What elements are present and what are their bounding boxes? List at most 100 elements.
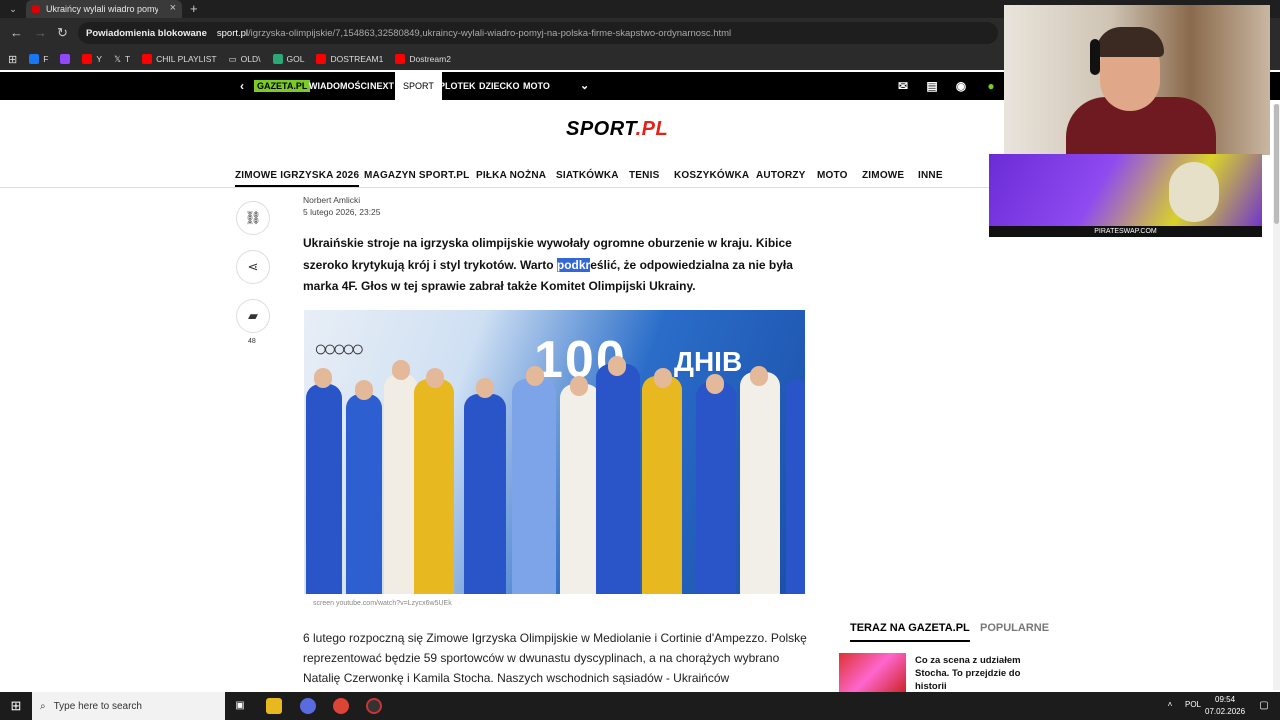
nav-dziecko[interactable]: DZIECKO <box>479 72 520 100</box>
nav-sport[interactable]: SPORT <box>395 72 442 100</box>
tab-teraz[interactable]: TERAZ NA GAZETA.PL <box>850 622 970 642</box>
windows-start-icon[interactable]: ⊞ <box>8 698 24 714</box>
olympic-rings-icon: ○○○○○ <box>314 336 364 361</box>
mail-icon[interactable]: ✉ <box>896 79 910 93</box>
person-head <box>654 368 672 388</box>
nav-moto[interactable]: MOTO <box>523 72 550 100</box>
reload-icon[interactable]: ↻ <box>57 25 68 41</box>
task-view-icon[interactable]: ▣ <box>232 698 248 714</box>
back-chevron-icon[interactable]: ‹ <box>240 72 244 100</box>
bookmark-item[interactable]: F <box>29 54 48 64</box>
clock-date: 07.02.2026 <box>1205 707 1246 716</box>
bookmark-item[interactable]: DOSTREAM1 <box>316 54 383 64</box>
person-figure <box>306 384 342 594</box>
notifications-blocked-label[interactable]: Powiadomienia blokowane <box>86 28 207 39</box>
leaf-icon[interactable]: ● <box>984 79 998 93</box>
new-tab-icon[interactable]: + <box>190 0 198 18</box>
cat-tenis[interactable]: TENIS <box>629 170 659 181</box>
bookmark-item[interactable]: Y <box>82 54 102 64</box>
apps-grid-icon[interactable]: ⊞ <box>8 53 17 66</box>
clock-time: 09:54 <box>1215 695 1236 704</box>
person-head <box>314 368 332 388</box>
bookmark-item[interactable]: 𝕏T <box>114 54 130 65</box>
youtube-icon <box>316 54 327 64</box>
url-domain: sport.pl <box>216 27 249 39</box>
cat-autorzy[interactable]: AUTORZY <box>756 170 806 181</box>
cat-zimowe[interactable]: ZIMOWE <box>862 170 904 181</box>
page-scrollbar[interactable] <box>1273 104 1280 690</box>
share-icon: ⋖ <box>247 259 259 274</box>
photo-text-dniv: ДНІВ <box>674 346 743 377</box>
ad-banner[interactable]: PIRATESWAP.COM <box>989 154 1262 237</box>
taskbar-search[interactable]: ⌕ Type here to search <box>32 692 225 720</box>
chrome-icon[interactable] <box>333 698 349 714</box>
person-figure <box>786 379 805 594</box>
forward-icon[interactable]: → <box>34 25 47 40</box>
webcam-overlay <box>1004 5 1270 155</box>
comments-button[interactable]: ▰ <box>236 299 270 333</box>
category-nav: ZIMOWE IGRZYSKA 2026 MAGAZYN SPORT.PL PI… <box>0 168 1000 188</box>
search-icon: ⌕ <box>40 700 46 712</box>
notification-icon[interactable]: ▢ <box>1256 698 1272 714</box>
sidebar-item-title[interactable]: Co za scena z udziałem Stocha. To przejd… <box>915 654 1045 693</box>
person-figure <box>642 376 682 594</box>
tray-chevron-icon[interactable]: ˄ <box>1165 700 1175 710</box>
person-head <box>426 368 444 388</box>
sport-logo[interactable]: SPORT.PL <box>566 118 668 141</box>
bookmark-item[interactable]: Dostream2 <box>395 54 451 64</box>
language-indicator[interactable]: POL <box>1185 700 1201 709</box>
user-icon[interactable]: ◉ <box>954 79 968 93</box>
article-author[interactable]: Norbert Amlicki <box>303 195 360 205</box>
bookmark-item[interactable]: CHIL PLAYLIST <box>142 54 217 64</box>
bookmark-folder[interactable]: ▭ OLD\ <box>229 54 261 65</box>
gol-icon <box>272 54 283 64</box>
discord-icon[interactable] <box>300 698 316 714</box>
article-lead: Ukraińskie stroje na igrzyska olimpijski… <box>303 236 793 293</box>
gazeta-logo[interactable]: GAZETA.PL <box>254 80 311 92</box>
tab-search-icon[interactable]: ⌄ <box>5 1 21 17</box>
person-figure <box>512 379 556 594</box>
file-explorer-icon[interactable] <box>266 698 282 714</box>
nav-wiadomosci[interactable]: WIADOMOŚCI <box>309 72 370 100</box>
article-photo: ○○○○○ 100 ДНІВ <box>304 310 805 594</box>
article-date: 5 lutego 2026, 23:25 <box>303 207 381 217</box>
browser-tab[interactable]: Ukraińcy wylali wiadro pomyj na polską f… <box>26 0 182 18</box>
chat-icon[interactable]: ▤ <box>925 79 939 93</box>
bookmark-item[interactable] <box>60 54 71 64</box>
clock[interactable]: 09:54 07.02.2026 <box>1205 694 1245 718</box>
cat-zimowe-igrzyska[interactable]: ZIMOWE IGRZYSKA 2026 <box>235 170 360 187</box>
nav-plotek[interactable]: PLOTEK <box>439 72 476 100</box>
youtube-icon <box>82 54 93 64</box>
close-tab-icon[interactable]: × <box>170 2 176 14</box>
tab-popularne[interactable]: POPULARNE <box>980 622 1049 634</box>
youtube-icon <box>395 54 406 64</box>
person-head <box>570 376 588 396</box>
cat-siatkowka[interactable]: SIATKÓWKA <box>556 170 619 181</box>
share-button[interactable]: ⋖ <box>236 250 270 284</box>
tab-title: Ukraińcy wylali wiadro pomyj na polską f… <box>46 4 158 14</box>
cat-inne[interactable]: INNE <box>918 170 943 181</box>
cat-koszykowka[interactable]: KOSZYKÓWKA <box>674 170 749 181</box>
cat-magazyn[interactable]: MAGAZYN SPORT.PL <box>364 170 469 181</box>
selected-text: podkr <box>556 257 591 272</box>
person-figure <box>464 394 506 594</box>
url-path: /igrzyska-olimpijskie/7,154863,32580849,… <box>248 27 732 39</box>
windows-taskbar: ⊞ ⌕ Type here to search ▣ ˄ POL 09:54 07… <box>0 692 1280 720</box>
url-field[interactable]: Powiadomienia blokowane sport.pl/igrzysk… <box>78 22 998 44</box>
cat-moto[interactable]: MOTO <box>817 170 848 181</box>
copy-link-button[interactable]: ⛓ <box>236 201 270 235</box>
sidebar-thumbnail[interactable] <box>839 653 906 693</box>
scrollbar-thumb[interactable] <box>1274 104 1279 224</box>
sport-favicon-icon <box>32 5 40 13</box>
person-figure <box>740 372 780 594</box>
cat-pilka-nozna[interactable]: PIŁKA NOŻNA <box>476 170 546 181</box>
obs-icon[interactable] <box>366 698 382 714</box>
nav-next[interactable]: NEXT <box>370 72 394 100</box>
person-figure <box>696 382 736 594</box>
person-head <box>526 366 544 386</box>
search-placeholder: Type here to search <box>53 700 142 712</box>
back-icon[interactable]: ← <box>10 25 23 40</box>
link-icon: ⛓ <box>244 210 262 225</box>
more-chevron-icon[interactable]: ⌄ <box>580 72 589 100</box>
bookmark-item[interactable]: GOL <box>272 54 304 64</box>
